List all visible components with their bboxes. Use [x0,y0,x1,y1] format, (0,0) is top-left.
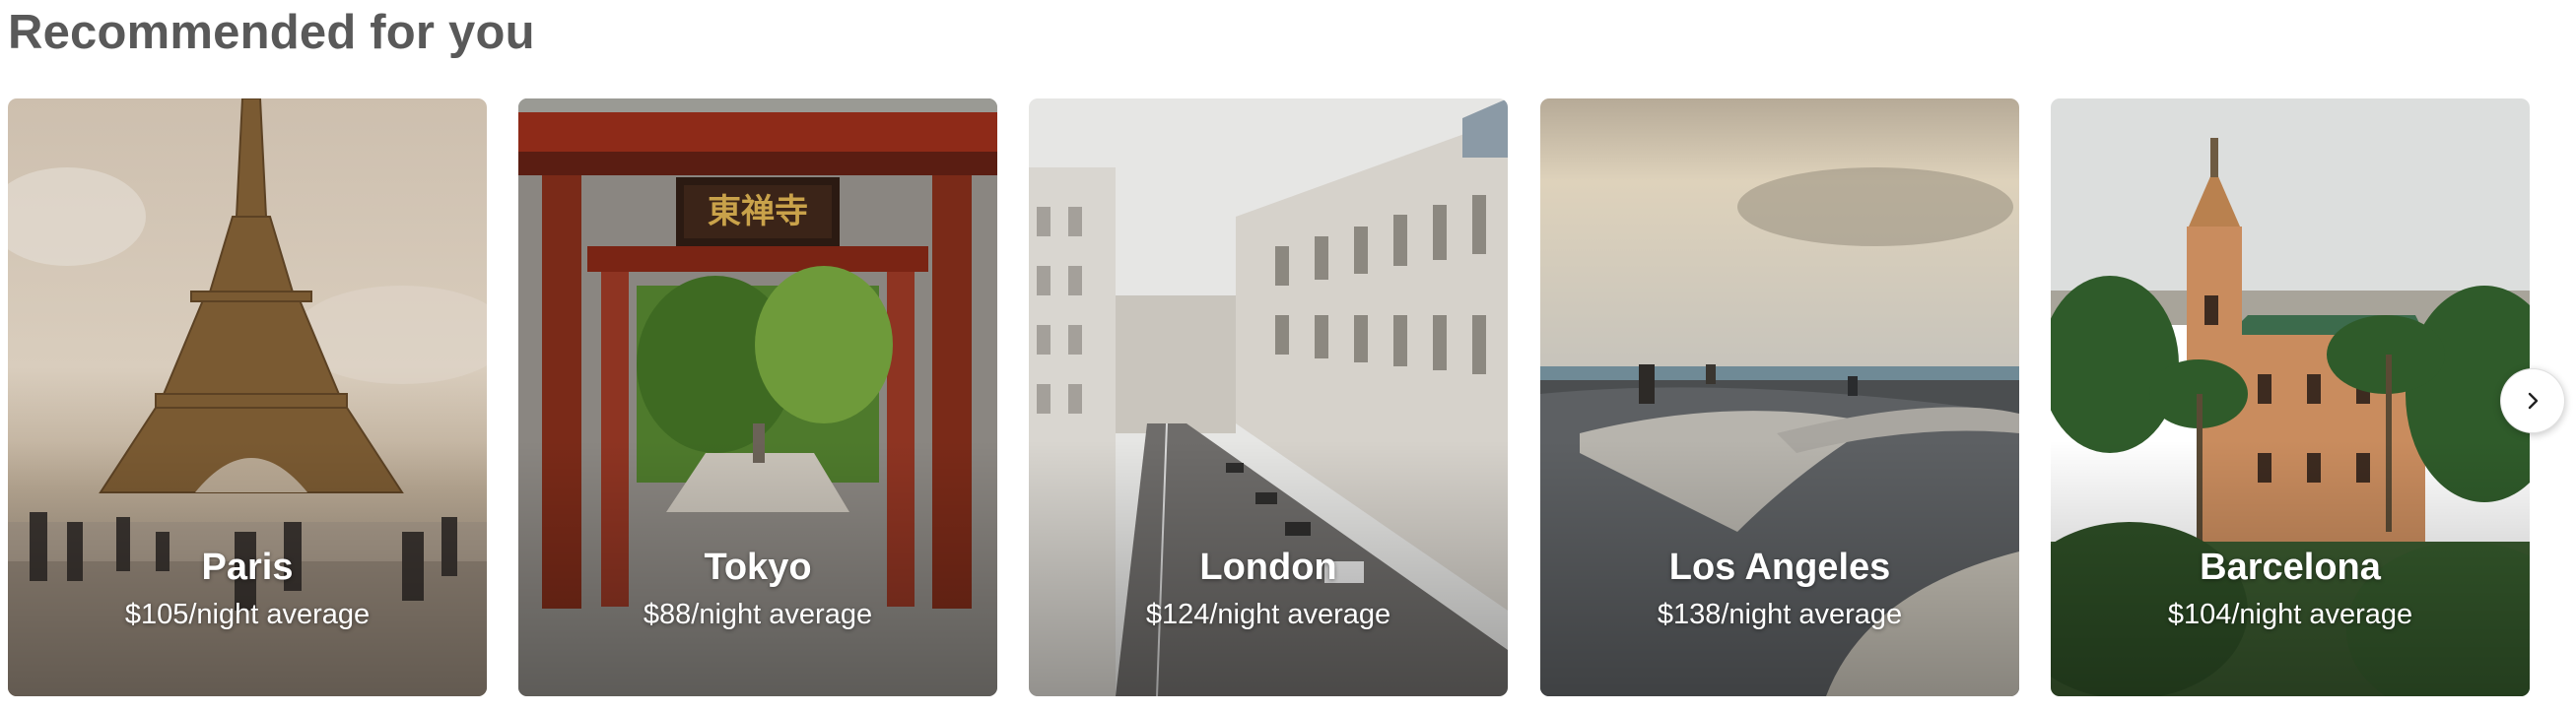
chevron-right-icon [2528,392,2539,410]
destination-card-tokyo[interactable]: 東禅寺 Tokyo $88/night average [518,98,997,696]
svg-text:東禅寺: 東禅寺 [708,192,808,231]
card-city: Barcelona [2200,547,2381,588]
destination-card-los-angeles[interactable]: Los Angeles $138/night average [1540,98,2019,696]
card-city: Tokyo [704,547,812,588]
card-price: $104/night average [2167,599,2413,630]
card-city: Paris [201,547,294,588]
section-title: Recommended for you [8,6,535,59]
card-price: $138/night average [1657,599,1903,630]
destination-carousel: Paris $105/night average 東禅寺 Tokyo $88/n… [8,98,2531,696]
recommended-section: Recommended for you Paris $105/night ave… [0,0,2576,713]
destination-card-london[interactable]: London $124/night average [1029,98,1508,696]
card-price: $88/night average [643,599,873,630]
carousel-next-button[interactable] [2500,368,2565,433]
destination-card-barcelona[interactable]: Barcelona $104/night average [2051,98,2530,696]
card-price: $124/night average [1145,599,1391,630]
card-city: Los Angeles [1668,547,1891,588]
card-price: $105/night average [124,599,371,630]
destination-card-paris[interactable]: Paris $105/night average [8,98,487,696]
card-city: London [1199,547,1337,588]
